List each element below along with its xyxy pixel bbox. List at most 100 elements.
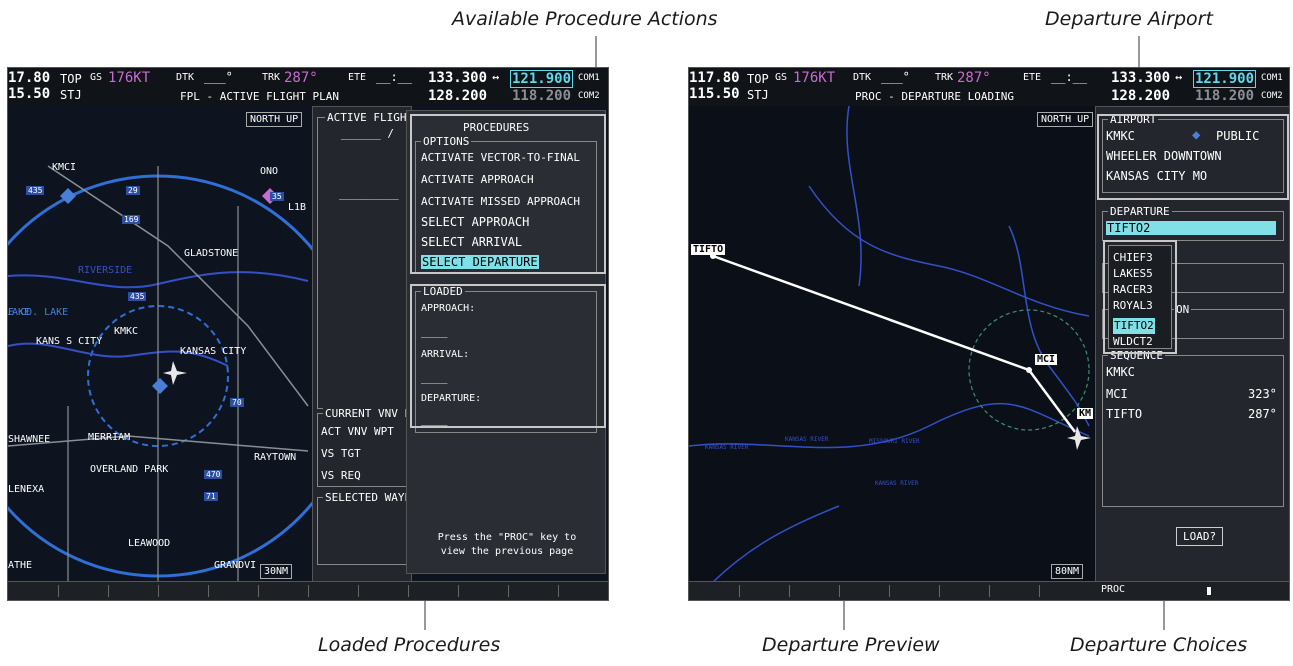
left-softkey-divider-1: [58, 585, 59, 597]
map-label-grandview: GRANDVI: [214, 560, 257, 571]
right-softkey-divider-1: [739, 585, 740, 597]
callout-departure-airport: Departure Airport: [1045, 8, 1213, 30]
highlight-options: [410, 114, 606, 274]
map-label-hwy-29: 29: [126, 186, 140, 195]
right-ete-value: __:__: [1051, 70, 1088, 84]
right-north-up[interactable]: NORTH UP: [1037, 112, 1094, 127]
map-label-gladstone: GLADSTONE: [184, 248, 239, 259]
fpl-box: [317, 117, 407, 409]
map-label-ono: ONO: [260, 166, 279, 177]
left-nav-freq-standby[interactable]: 15.50: [8, 86, 50, 102]
callout-departure-choices: Departure Choices: [1070, 634, 1248, 656]
right-com1-standby[interactable]: 121.900: [1193, 70, 1257, 88]
departure-selected[interactable]: TIFTO2: [1106, 221, 1276, 235]
left-dtk-label: DTK: [176, 72, 195, 83]
right-trk-value: 287°: [957, 70, 991, 86]
right-nav-id-1: TOP: [747, 72, 769, 86]
left-nav-freq-active[interactable]: 17.80: [8, 70, 50, 86]
left-softkey-bar: [8, 581, 608, 600]
right-softkey-bar: PROC: [689, 581, 1289, 600]
map-label-l1b: L1B: [288, 202, 307, 213]
left-com1-active[interactable]: 133.300: [428, 70, 487, 86]
sequence-crs-3: 287°: [1248, 407, 1277, 421]
map-label-leawood: LEAWOOD: [128, 538, 171, 549]
highlight-loaded: [410, 284, 606, 428]
left-trk-label: TRK: [262, 72, 281, 83]
right-ete-label: ETE: [1023, 72, 1042, 83]
highlight-choices: [1103, 240, 1177, 354]
map-label-kansas-city-w: KANS S CITY: [36, 336, 103, 347]
right-softkey-divider-3: [839, 585, 840, 597]
sequence-wpt-3: TIFTO: [1106, 407, 1143, 421]
left-nav-id-1: TOP: [60, 72, 82, 86]
highlight-airport: [1097, 114, 1289, 200]
map-label-co-lake: E CO. LAKE: [8, 307, 69, 318]
left-swap-symbol: ↔: [492, 70, 500, 84]
callout-available-actions: Available Procedure Actions: [452, 8, 718, 30]
right-gs-value: 176KT: [793, 70, 836, 86]
left-softkey-divider-2: [108, 585, 109, 597]
river-label-1: KANSAS RIVER: [705, 444, 749, 451]
waypoint-label-mci: MCI: [1035, 354, 1058, 365]
callout-departure-preview: Departure Preview: [762, 634, 940, 656]
vnv-row-tgt: VS TGT: [321, 447, 361, 460]
proc-hint: Press the "PROC" key to view the previou…: [437, 532, 577, 557]
vnv-row-act: ACT VNV WPT: [321, 425, 394, 438]
right-status-proc: PROC: [1101, 584, 1126, 595]
map-label-hwy-169: 169: [122, 215, 141, 224]
right-range[interactable]: 80NM: [1051, 564, 1084, 579]
right-softkey-divider-4: [889, 585, 890, 597]
sequence-wpt-1: KMKC: [1106, 365, 1135, 379]
river-label-3: KANSAS RIVER: [875, 480, 919, 487]
right-dtk-label: DTK: [853, 72, 872, 83]
load-button[interactable]: LOAD?: [1176, 527, 1224, 546]
map-label-hwy-35: 35: [270, 192, 284, 201]
vnv-row-req: VS REQ: [321, 469, 361, 482]
right-top-bar: 117.80 115.50 TOP STJ GS 176KT DTK ___° …: [689, 68, 1289, 107]
right-nav-id-2: STJ: [747, 88, 769, 102]
sequence-crs-2: 323°: [1248, 387, 1277, 401]
right-com2-label: COM2: [1261, 91, 1283, 101]
right-nav-freq-active[interactable]: 117.80: [689, 70, 740, 86]
left-north-up[interactable]: NORTH UP: [246, 112, 303, 127]
callout-loaded-procedures: Loaded Procedures: [318, 634, 501, 656]
map-label-olathe: ATHE: [8, 560, 33, 571]
map-label-hwy-435-1: 435: [26, 186, 45, 195]
left-com1-label: COM1: [578, 73, 600, 83]
right-com2-active[interactable]: 128.200: [1111, 88, 1170, 104]
left-dtk-value: ___°: [204, 70, 233, 84]
waypoint-label-kmkc: KM: [1077, 408, 1094, 419]
fpl-dashes-2: _________: [339, 187, 399, 200]
map-label-hwy-70: 70: [230, 398, 244, 407]
left-com1-standby[interactable]: 121.900: [510, 70, 574, 88]
right-softkey-divider-5: [939, 585, 940, 597]
left-softkey-divider-3: [158, 585, 159, 597]
map-label-kmkc: KMKC: [114, 326, 139, 337]
left-page-title: FPL - ACTIVE FLIGHT PLAN: [180, 90, 339, 103]
right-trk-label: TRK: [935, 72, 954, 83]
right-mfd-screen: 117.80 115.50 TOP STJ GS 176KT DTK ___° …: [688, 67, 1290, 601]
river-label-4: MISSOURI RIVER: [869, 438, 920, 445]
map-label-raytown: RAYTOWN: [254, 452, 297, 463]
map-label-riverside: RIVERSIDE: [78, 265, 133, 276]
right-swap-symbol: ↔: [1175, 70, 1183, 84]
right-com1-label: COM1: [1261, 73, 1283, 83]
map-label-hwy-470: 470: [204, 470, 223, 479]
mci-waypoint-icon: [1026, 367, 1032, 373]
left-com2-label: COM2: [578, 91, 600, 101]
map-label-merriam: MERRIAM: [88, 432, 131, 443]
left-trk-value: 287°: [284, 70, 318, 86]
map-label-kmci: KMCI: [52, 162, 77, 173]
left-com2-active[interactable]: 128.200: [428, 88, 487, 104]
left-ete-value: __:__: [376, 70, 413, 84]
sequence-wpt-2: MCI: [1106, 387, 1128, 401]
right-com1-active[interactable]: 133.300: [1111, 70, 1170, 86]
left-range[interactable]: 30NM: [260, 564, 293, 579]
right-com2-standby[interactable]: 118.200: [1195, 88, 1254, 104]
left-softkey-divider-4: [208, 585, 209, 597]
right-nav-freq-standby[interactable]: 115.50: [689, 86, 740, 102]
map-label-hwy-71: 71: [204, 492, 218, 501]
right-map[interactable]: [689, 106, 1095, 582]
fpl-panel: ACTIVE FLIGHT ______ / _________ CURRENT…: [312, 106, 416, 584]
left-com2-standby[interactable]: 118.200: [512, 88, 571, 104]
